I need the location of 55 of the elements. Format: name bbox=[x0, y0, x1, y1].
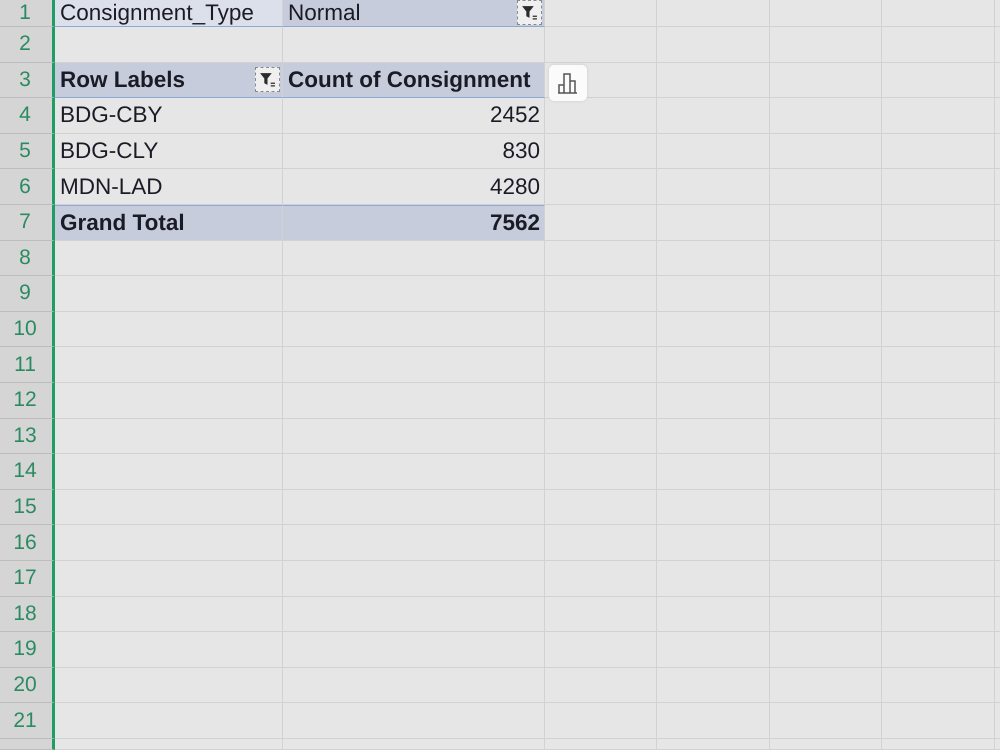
value-cell: 2452 bbox=[490, 102, 540, 128]
empty-cell[interactable] bbox=[545, 98, 657, 134]
value-cell: 830 bbox=[502, 138, 540, 164]
row-header[interactable]: 12 bbox=[0, 382, 55, 419]
empty-cell[interactable] bbox=[545, 27, 657, 63]
grand-total-cell[interactable]: Grand Total bbox=[55, 204, 283, 241]
pivot-cell[interactable]: BDG-CBY bbox=[55, 98, 283, 134]
grand-total-cell[interactable]: 7562 bbox=[283, 204, 545, 241]
row-header[interactable]: 15 bbox=[0, 490, 55, 526]
row-header[interactable]: 8 bbox=[0, 240, 55, 276]
value-field-header: Count of Consignment bbox=[288, 66, 530, 93]
report-filter-cell[interactable]: Consignment_Type bbox=[55, 0, 283, 27]
row-header[interactable]: 4 bbox=[0, 98, 55, 134]
empty-cell[interactable] bbox=[283, 240, 545, 276]
row-header[interactable]: 1 bbox=[0, 0, 55, 27]
row-header[interactable]: 17 bbox=[0, 560, 55, 596]
row-header[interactable]: 2 bbox=[0, 27, 55, 63]
pivot-cell[interactable]: 830 bbox=[283, 134, 545, 170]
row-header[interactable]: 6 bbox=[0, 169, 55, 205]
bar-chart-icon bbox=[557, 72, 579, 94]
filter-dropdown-button[interactable] bbox=[255, 67, 280, 92]
row-header[interactable]: 16 bbox=[0, 525, 55, 561]
row-label: MDN-LAD bbox=[60, 174, 163, 200]
pivot-cell[interactable]: 2452 bbox=[283, 98, 545, 134]
report-filter-cell[interactable]: Normal bbox=[283, 0, 545, 27]
row-header[interactable]: 10 bbox=[0, 312, 55, 348]
filter-dropdown-button[interactable] bbox=[517, 0, 542, 25]
empty-cell[interactable] bbox=[545, 240, 657, 276]
pivot-header-cell[interactable]: Count of Consignment bbox=[283, 62, 545, 98]
empty-cell[interactable] bbox=[545, 169, 657, 205]
pivot-cell[interactable]: BDG-CLY bbox=[55, 134, 283, 170]
row-label: BDG-CBY bbox=[60, 102, 163, 128]
row-header[interactable]: 13 bbox=[0, 418, 55, 454]
row-header[interactable]: 19 bbox=[0, 632, 55, 668]
grand-total-value: 7562 bbox=[490, 210, 540, 236]
row-header[interactable] bbox=[0, 738, 55, 750]
row-header[interactable]: 11 bbox=[0, 347, 55, 383]
row-header[interactable]: 21 bbox=[0, 703, 55, 739]
row-header[interactable]: 3 bbox=[0, 62, 55, 98]
row-header[interactable]: 9 bbox=[0, 276, 55, 312]
row-header[interactable]: 20 bbox=[0, 668, 55, 704]
row-header[interactable]: 18 bbox=[0, 596, 55, 632]
row-header[interactable]: 5 bbox=[0, 134, 55, 170]
pivot-header-cell[interactable]: Row Labels bbox=[55, 62, 283, 98]
chart-button[interactable] bbox=[549, 64, 587, 101]
filter-value: Normal bbox=[288, 0, 361, 26]
value-cell: 4280 bbox=[490, 174, 540, 200]
row-label: BDG-CLY bbox=[60, 138, 158, 164]
filter-icon bbox=[521, 4, 538, 21]
grand-total-label: Grand Total bbox=[60, 210, 185, 236]
filter-field-label: Consignment_Type bbox=[60, 0, 254, 26]
row-labels-header: Row Labels bbox=[60, 66, 186, 93]
row-header[interactable]: 14 bbox=[0, 454, 55, 490]
row-header[interactable]: 7 bbox=[0, 204, 55, 241]
filter-icon bbox=[259, 71, 276, 88]
